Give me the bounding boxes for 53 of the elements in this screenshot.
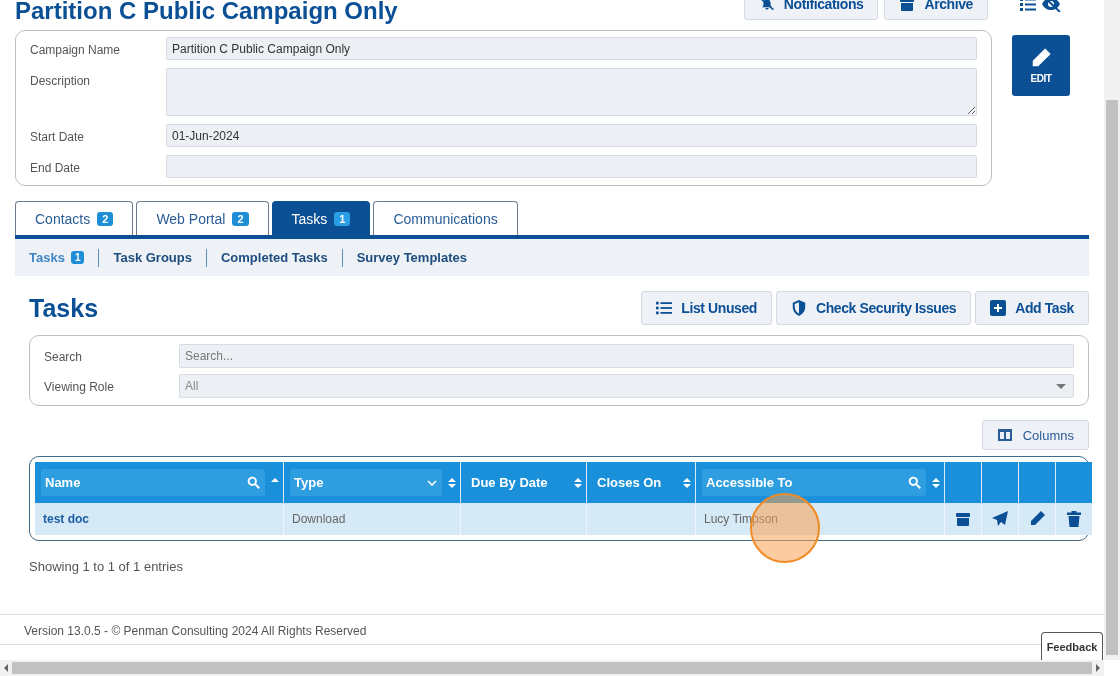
action-button[interactable]: Check Security Issues [776,291,972,325]
shield-icon [791,300,807,316]
input-field[interactable]: Partition C Public Campaign Only [166,37,977,60]
list-icon [656,300,673,316]
page-title: Partition C Public Campaign Only [15,0,398,24]
edit-button[interactable]: EDIT [1012,35,1070,96]
columns-icon [996,427,1013,443]
tab[interactable]: Web Portal 2 [136,201,269,235]
field-label: Viewing Role [44,379,115,394]
count-badge: 1 [334,211,351,226]
tab[interactable]: Contacts 2 [15,201,134,235]
search-field[interactable]: Search... [179,344,1074,368]
horizontal-scrollbar[interactable] [0,660,1104,676]
field-label: Campaign Name [30,42,122,57]
action-button[interactable]: Add Task [975,291,1089,325]
tab[interactable]: Tasks 1 [271,201,371,235]
subtab-link[interactable]: Survey Templates [342,250,481,265]
feedback-button[interactable]: Feedback [1041,632,1103,660]
archive-icon [899,0,916,12]
subtab-link[interactable]: Completed Tasks [207,250,342,265]
chevron-icon [427,479,437,486]
count-badge: 2 [232,211,249,226]
trash-icon[interactable] [1066,511,1082,527]
field-label: Description [30,73,92,88]
search-icon [247,476,260,489]
archive-icon[interactable] [955,511,971,527]
edit-icon[interactable] [1029,511,1045,527]
sort-icon[interactable] [683,476,691,489]
input-field[interactable]: 01-Jun-2024 [166,124,977,147]
tab[interactable]: Communications [373,201,518,235]
table-cell: Download [292,512,346,526]
input-field[interactable] [166,155,977,178]
subtab-link[interactable]: Task Groups [99,250,206,265]
footer-text: Version 13.0.5 - © Penman Consulting 2024 All Rights Reserved [24,624,367,638]
pencil-icon [1030,47,1052,69]
field-label: End Date [30,160,82,175]
columns-button[interactable]: Columns [981,420,1089,450]
search-icon [908,476,921,489]
field-label: Start Date [30,129,86,144]
add-icon [990,300,1007,316]
field-label: Search [44,349,84,364]
sort-icon[interactable] [932,476,940,489]
subtab-link[interactable]: Tasks 1 [29,250,99,265]
count-badge: 1 [70,251,85,264]
send-icon[interactable] [992,511,1008,527]
task-name-link[interactable]: test doc [43,512,89,526]
table-info: Showing 1 to 1 of 1 entries [29,559,184,574]
vertical-scrollbar[interactable] [1104,0,1120,660]
count-badge: 2 [97,211,114,226]
section-title: Tasks [29,293,99,323]
sort-icon[interactable] [448,476,456,489]
sort-icon[interactable] [574,476,582,489]
action-button[interactable]: List Unused [641,291,772,325]
